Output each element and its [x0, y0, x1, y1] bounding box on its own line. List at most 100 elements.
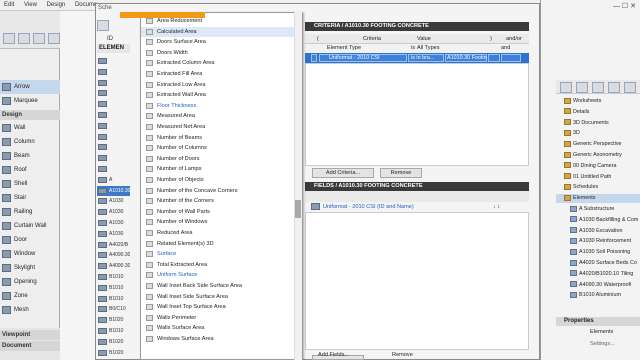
navigator-item[interactable]: A4090.30 Waterproofi — [556, 281, 640, 290]
element-row[interactable] — [97, 153, 130, 163]
navigator-item[interactable]: A4020/B1020.10 Tiling — [556, 270, 640, 279]
tool-railing[interactable]: Railing — [0, 205, 60, 219]
dropdown-item[interactable]: Reduced Area — [141, 228, 296, 239]
dropdown-item[interactable]: Wall Inset Top Surface Area — [141, 302, 296, 313]
element-row[interactable] — [97, 121, 130, 131]
dropdown-item[interactable]: Number of the Corners — [141, 196, 296, 207]
navigator-item[interactable]: A1030 Excavation — [556, 227, 640, 236]
fields-header[interactable]: FIELDS / A1010.30 FOOTING CONCRETE — [305, 182, 529, 191]
navigator-item[interactable]: 3D Documents — [556, 119, 640, 128]
dropdown-item[interactable]: Extracted Wall Area — [141, 90, 296, 101]
element-row[interactable]: B1010 — [97, 326, 130, 336]
dropdown-item[interactable]: Number of Doors — [141, 154, 296, 165]
navigator-item[interactable]: A Substructure — [556, 205, 640, 214]
toolbar-button-3[interactable] — [33, 33, 45, 44]
tool-roof[interactable]: Roof — [0, 163, 60, 177]
element-row[interactable]: A1030 — [97, 207, 130, 217]
dropdown-item[interactable]: Walls Perimeter — [141, 313, 296, 324]
navigator-item[interactable]: Generic Axonometry — [556, 151, 640, 160]
dropdown-item[interactable]: Calculated Area — [141, 26, 296, 38]
element-row[interactable] — [97, 110, 130, 120]
navigator-item[interactable]: 00 Dining Camera — [556, 162, 640, 171]
element-row[interactable] — [97, 78, 130, 88]
dropdown-item[interactable]: Number of Lamps — [141, 164, 296, 175]
criteria-header[interactable]: CRITERIA / A1010.30 FOOTING CONCRETE — [305, 22, 529, 31]
element-row[interactable]: A1030 — [97, 218, 130, 228]
dropdown-item[interactable]: Walls Surface Area — [141, 323, 296, 334]
dropdown-item[interactable]: Extracted Fill Area — [141, 69, 296, 80]
element-row[interactable] — [97, 132, 130, 142]
element-row[interactable]: A — [97, 175, 130, 185]
tool-window[interactable]: Window — [0, 247, 60, 261]
navigator-item[interactable]: A1030 Reinforcement — [556, 237, 640, 246]
layout-book-button[interactable] — [592, 82, 604, 93]
tool-column[interactable]: Column — [0, 135, 60, 149]
element-row[interactable]: B1020 — [97, 315, 130, 325]
navigator-item[interactable]: B1010 Aluminium — [556, 291, 640, 300]
tool-opening[interactable]: Opening — [0, 275, 60, 289]
dropdown-item[interactable]: Number of Objects — [141, 175, 296, 186]
element-row[interactable]: A4090.30 — [97, 250, 130, 260]
dropdown-item[interactable]: Number of the Concave Corners — [141, 186, 296, 197]
dropdown-item[interactable]: Number of Columns — [141, 143, 296, 154]
navigator-item[interactable]: A1030 Soil Poisoning — [556, 248, 640, 257]
organizer-button[interactable] — [624, 82, 636, 93]
element-row[interactable]: B1010 — [97, 283, 130, 293]
toolbar-button-1[interactable] — [3, 33, 15, 44]
element-row[interactable]: A4020/B — [97, 240, 130, 250]
dropdown-item[interactable]: Number of Windows — [141, 217, 296, 228]
tool-mesh[interactable]: Mesh — [0, 303, 60, 317]
tool-shell[interactable]: Shell — [0, 177, 60, 191]
publisher-button[interactable] — [608, 82, 620, 93]
sort-arrows-icon[interactable]: ↓ ↕ — [493, 202, 500, 212]
dropdown-item[interactable]: Wall Inset Back Side Surface Area — [141, 281, 296, 292]
tool-arrow[interactable]: Arrow — [0, 80, 60, 94]
element-row[interactable]: A1030 — [97, 229, 130, 239]
tool-zone[interactable]: Zone — [0, 289, 60, 303]
navigator-item[interactable]: Worksheets — [556, 97, 640, 106]
view-map-button[interactable] — [576, 82, 588, 93]
elements-header[interactable]: ELEMEN — [97, 44, 130, 53]
open-paren-cell[interactable] — [311, 54, 317, 62]
element-row[interactable]: A1030 — [97, 196, 130, 206]
dropdown-item[interactable]: Wall Inset Side Surface Area — [141, 292, 296, 303]
element-row[interactable] — [97, 67, 130, 77]
navigator-item[interactable]: 3D — [556, 129, 640, 138]
toolbar-button-4[interactable] — [48, 33, 60, 44]
element-row[interactable] — [97, 99, 130, 109]
tool-marquee[interactable]: Marquee — [0, 94, 60, 108]
tool-door[interactable]: Door — [0, 233, 60, 247]
window-controls[interactable]: — ☐ ✕ — [540, 2, 640, 12]
dropdown-item[interactable]: Measured Net Area — [141, 122, 296, 133]
navigator-item[interactable]: 01 Untitled Path — [556, 173, 640, 182]
dropdown-item[interactable]: Doors Width — [141, 48, 296, 59]
dropdown-item[interactable]: Windows Surface Area — [141, 334, 296, 345]
toolbox-section-design[interactable]: Design — [0, 110, 60, 120]
toolbar-button-2[interactable] — [18, 33, 30, 44]
andor-cell[interactable] — [501, 54, 521, 62]
navigator-item[interactable]: Schedules — [556, 183, 640, 192]
settings-button[interactable]: Settings... — [590, 341, 615, 347]
scheme-tree-button[interactable] — [97, 20, 109, 31]
element-row[interactable]: B1020 — [97, 348, 130, 358]
dropdown-scroll-thumb[interactable] — [295, 200, 301, 218]
element-row[interactable]: B0/C10 — [97, 304, 130, 314]
tool-stair[interactable]: Stair — [0, 191, 60, 205]
dropdown-item[interactable]: Number of Beams — [141, 133, 296, 144]
element-row[interactable] — [97, 56, 130, 66]
dropdown-item[interactable]: Extracted Column Area — [141, 58, 296, 69]
dropdown-item[interactable]: Doors Surface Area — [141, 37, 296, 48]
remove-fields-label[interactable]: Remove — [392, 352, 413, 358]
element-row[interactable] — [97, 142, 130, 152]
field-row[interactable]: Uniformat - 2010 CSI (ID and Name) ↓ ↕ — [305, 202, 529, 212]
element-row[interactable]: A1010.30 — [97, 185, 130, 196]
tool-curtain-wall[interactable]: Curtain Wall — [0, 219, 60, 233]
navigator-item[interactable]: A1030 Backfilling & Com — [556, 216, 640, 225]
dropdown-item[interactable]: Uniform Surface — [141, 270, 296, 281]
add-criteria-button[interactable]: Add Criteria... — [312, 168, 374, 178]
dropdown-item[interactable]: Measured Area — [141, 111, 296, 122]
remove-criteria-button[interactable]: Remove — [380, 168, 422, 178]
dropdown-scrollbar[interactable] — [294, 12, 302, 360]
dropdown-item[interactable]: Extracted Low Area — [141, 80, 296, 91]
tool-skylight[interactable]: Skylight — [0, 261, 60, 275]
